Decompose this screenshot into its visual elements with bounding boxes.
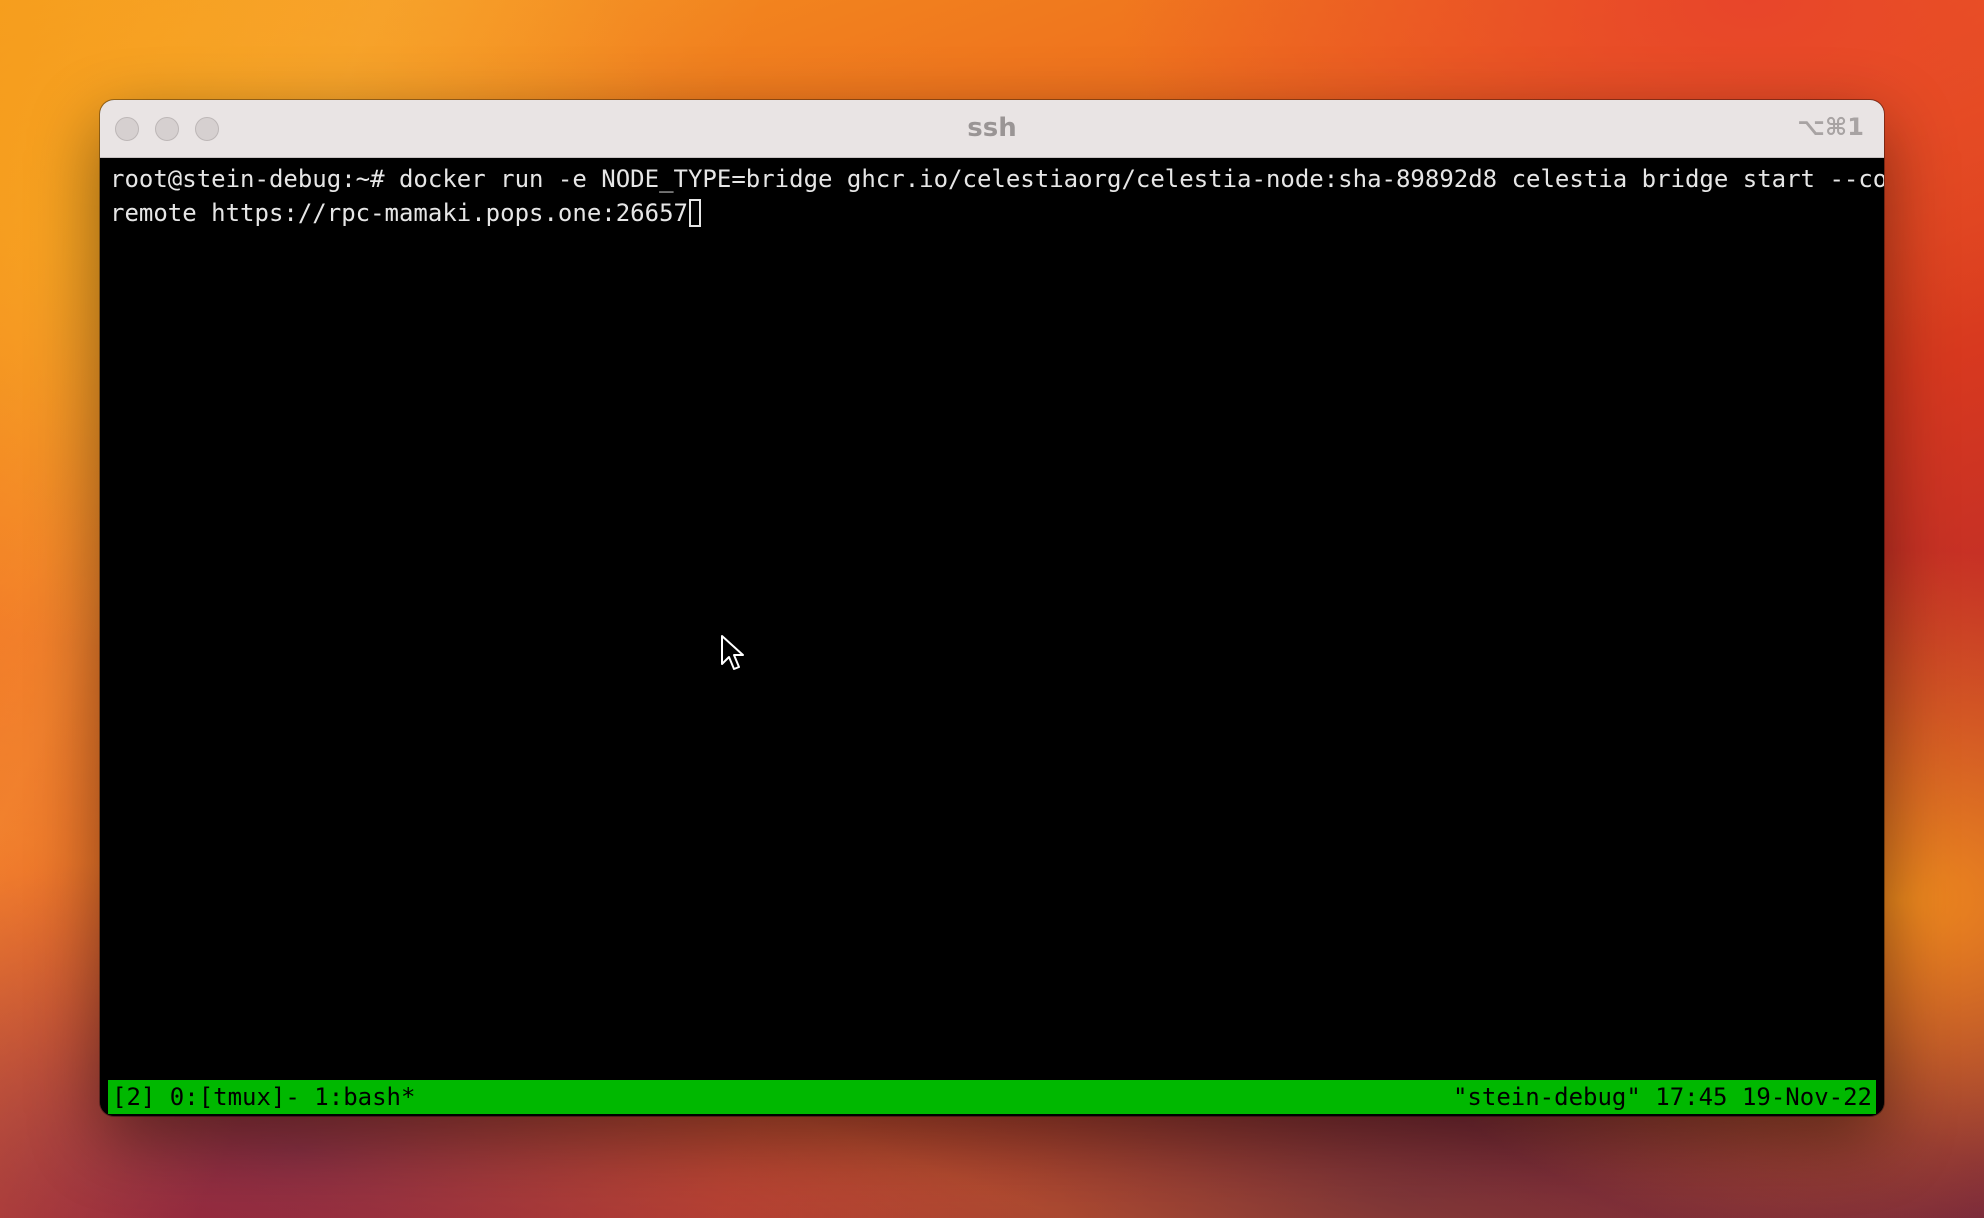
text-cursor bbox=[688, 199, 701, 227]
window-titlebar[interactable]: ssh ⌥⌘1 bbox=[100, 100, 1884, 158]
terminal-line: root@stein-debug:~# docker run -e NODE_T… bbox=[110, 165, 1884, 193]
tmux-status-bar: [2] 0:[tmux]- 1:bash* "stein-debug" 17:4… bbox=[108, 1080, 1876, 1114]
terminal-line-text: remote https://rpc-mamaki.pops.one:26657 bbox=[110, 199, 688, 227]
tmux-host-clock: "stein-debug" 17:45 19-Nov-22 bbox=[1452, 1083, 1872, 1111]
mouse-pointer-icon bbox=[721, 635, 744, 670]
window-title: ssh bbox=[967, 113, 1017, 143]
tmux-window-list: [2] 0:[tmux]- 1:bash* bbox=[112, 1083, 416, 1111]
window-shortcut: ⌥⌘1 bbox=[1797, 113, 1864, 141]
terminal-line-with-cursor: remote https://rpc-mamaki.pops.one:26657 bbox=[110, 196, 701, 230]
terminal-content[interactable]: root@stein-debug:~# docker run -e NODE_T… bbox=[100, 158, 1884, 1116]
terminal-window[interactable]: ssh ⌥⌘1 root@stein-debug:~# docker run -… bbox=[100, 100, 1884, 1116]
